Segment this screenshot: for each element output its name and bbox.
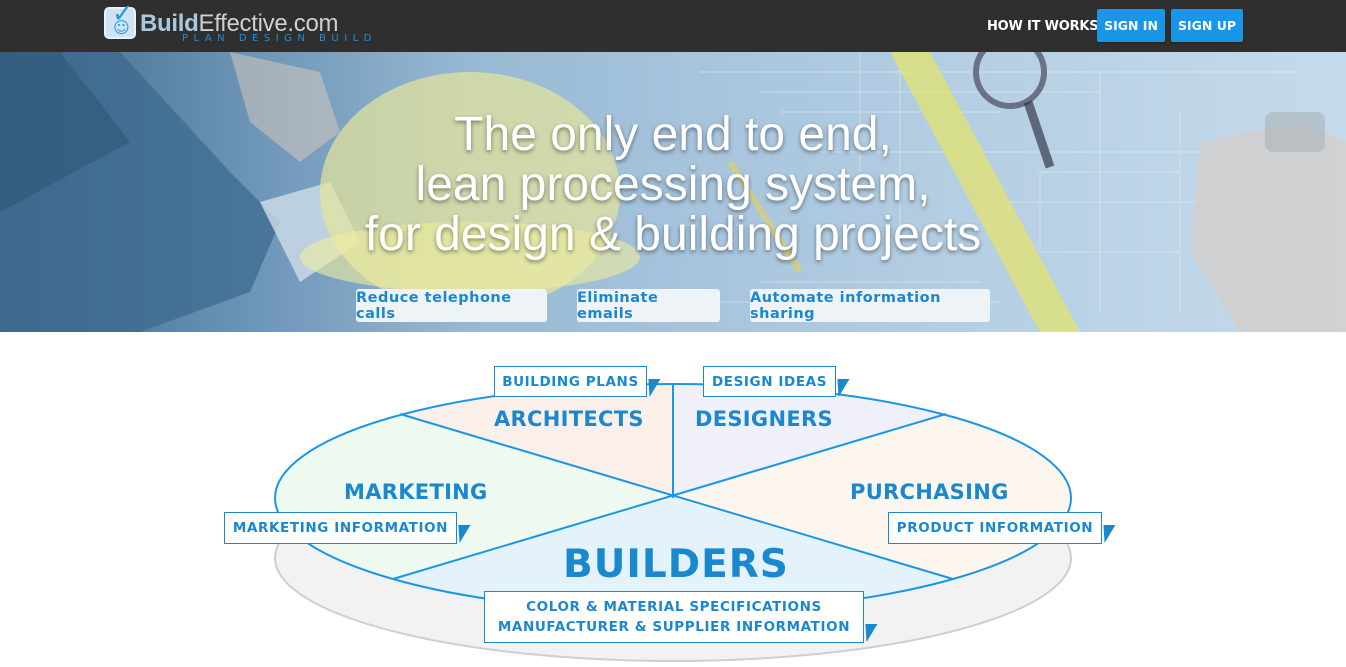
sign-in-button[interactable]: SIGN IN [1097,9,1165,42]
tag-product-information: PRODUCT INFORMATION [888,512,1102,544]
logo-checkbox-icon: ☺ ✓ [104,0,136,39]
sector-designers: DESIGNERS [695,407,833,431]
sign-up-button[interactable]: SIGN UP [1171,9,1243,42]
logo-tagline: PLAN DESIGN BUILD [182,33,377,44]
tag-design-ideas: DESIGN IDEAS [703,366,836,397]
headline-line: for design & building projects [364,208,982,261]
sector-marketing: MARKETING [344,480,488,504]
feature-pill-sharing: Automate information sharing [750,289,990,322]
sector-architects: ARCHITECTS [494,407,644,431]
tag-specs-line: COLOR & MATERIAL SPECIFICATIONS [526,599,822,615]
tag-specs-line: MANUFACTURER & SUPPLIER INFORMATION [497,619,851,635]
workflow-diagram: ARCHITECTS DESIGNERS MARKETING PURCHASIN… [0,332,1346,667]
feature-pill-telephone: Reduce telephone calls [356,289,547,322]
hero-headline: The only end to end, lean processing sys… [0,110,1346,260]
sector-builders: BUILDERS [563,542,789,587]
how-it-works-link[interactable]: HOW IT WORKS? [987,19,1106,34]
tag-marketing-information: MARKETING INFORMATION [224,512,457,544]
headline-line: lean processing system, [415,158,931,211]
top-navbar: ☺ ✓ BuildEffective.com PLAN DESIGN BUILD… [0,0,1346,52]
feature-pill-emails: Eliminate emails [577,289,720,322]
tag-building-plans: BUILDING PLANS [494,366,647,397]
sector-purchasing: PURCHASING [850,480,1009,504]
hero-banner: The only end to end, lean processing sys… [0,52,1346,332]
tag-specifications: COLOR & MATERIAL SPECIFICATIONS MANUFACT… [484,591,864,643]
headline-line: The only end to end, [454,108,892,161]
